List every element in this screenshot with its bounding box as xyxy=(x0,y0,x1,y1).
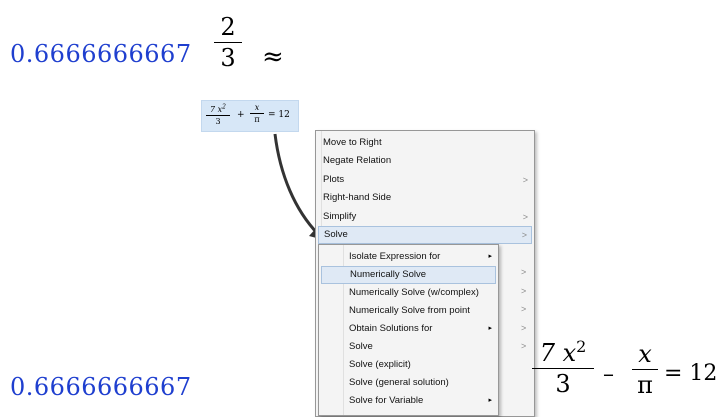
main-menu-submenu-markers: > > > > > xyxy=(521,245,529,415)
submenu-arrow-icon: > xyxy=(521,230,527,240)
submenu-arrow-icon: > xyxy=(521,286,527,296)
fraction-bar xyxy=(214,42,242,43)
thumb-term2-den: π xyxy=(254,115,260,124)
menu-item-solve[interactable]: Solve > xyxy=(318,226,532,244)
menu-item-solve-explicit[interactable]: Solve (explicit) xyxy=(321,356,496,374)
menu-item-numerically-solve-complex[interactable]: Numerically Solve (w/complex) xyxy=(321,284,496,302)
menu-item-right-hand-side[interactable]: Right-hand Side xyxy=(318,189,532,207)
menu-item-move-to-right[interactable]: Move to Right xyxy=(318,134,532,152)
top-fraction: 2 3 xyxy=(214,15,242,70)
submenu-arrow-icon: > xyxy=(522,175,528,185)
submenu-arrow-icon: > xyxy=(521,341,527,351)
large-term2: x π xyxy=(632,342,658,397)
menu-item-plots[interactable]: Plots > xyxy=(318,171,532,189)
top-fraction-denominator: 3 xyxy=(220,44,236,72)
thumb-equals: = 12 xyxy=(268,110,290,120)
thumb-term1-den: 3 xyxy=(215,116,221,126)
thumb-term2: x π xyxy=(250,103,264,124)
menu-item-isolate-expression-for[interactable]: Isolate Expression for ▸ xyxy=(321,248,496,266)
menu-item-obtain-solutions-for[interactable]: Obtain Solutions for ▸ xyxy=(321,320,496,338)
submenu-triangle-icon: ▸ xyxy=(488,397,492,404)
menu-item-simplify[interactable]: Simplify > xyxy=(318,208,532,226)
fraction-bar xyxy=(250,113,264,114)
thumb-term1: 7 x2 3 xyxy=(206,103,230,126)
submenu-arrow-icon: > xyxy=(521,304,527,314)
submenu-triangle-icon: ▸ xyxy=(488,253,492,260)
menu-item-numerically-solve[interactable]: Numerically Solve xyxy=(321,266,496,284)
large-term1-num: 7 x2 xyxy=(539,337,587,367)
top-numeric-result: 0.6666666667 xyxy=(10,40,192,68)
fraction-bar xyxy=(206,114,230,116)
thumb-term1-num: 7 x2 xyxy=(210,103,226,114)
thumbnail-equation[interactable]: 7 x2 3 + x π = 12 xyxy=(201,100,299,132)
submenu-arrow-icon: > xyxy=(521,267,527,277)
bottom-numeric-result: 0.6666666667 xyxy=(10,373,192,401)
thumb-plus: + xyxy=(237,110,245,120)
menu-item-solve[interactable]: Solve xyxy=(321,338,496,356)
menu-item-negate-relation[interactable]: Negate Relation xyxy=(318,152,532,170)
large-term2-den: π xyxy=(637,371,653,399)
submenu-triangle-icon: ▸ xyxy=(488,325,492,332)
large-minus: – xyxy=(603,362,614,387)
menu-item-solve-general-solution[interactable]: Solve (general solution) xyxy=(321,374,496,392)
large-equals: = 12 xyxy=(664,361,718,386)
fraction-bar xyxy=(632,369,658,370)
thumb-term2-num: x xyxy=(254,103,260,112)
large-term1-den: 3 xyxy=(555,370,571,398)
top-fraction-numerator: 2 xyxy=(220,13,236,41)
submenu-arrow-icon: > xyxy=(521,323,527,333)
menu-item-numerically-solve-from-point[interactable]: Numerically Solve from point xyxy=(321,302,496,320)
approx-symbol: ≈ xyxy=(262,42,284,72)
large-term1: 7 x2 3 xyxy=(532,339,594,396)
submenu-arrow-icon: > xyxy=(522,212,528,222)
solve-submenu: Isolate Expression for ▸ Numerically Sol… xyxy=(318,244,499,416)
fraction-bar xyxy=(532,368,594,369)
large-term2-num: x xyxy=(638,340,652,368)
menu-item-solve-for-variable[interactable]: Solve for Variable ▸ xyxy=(321,392,496,410)
